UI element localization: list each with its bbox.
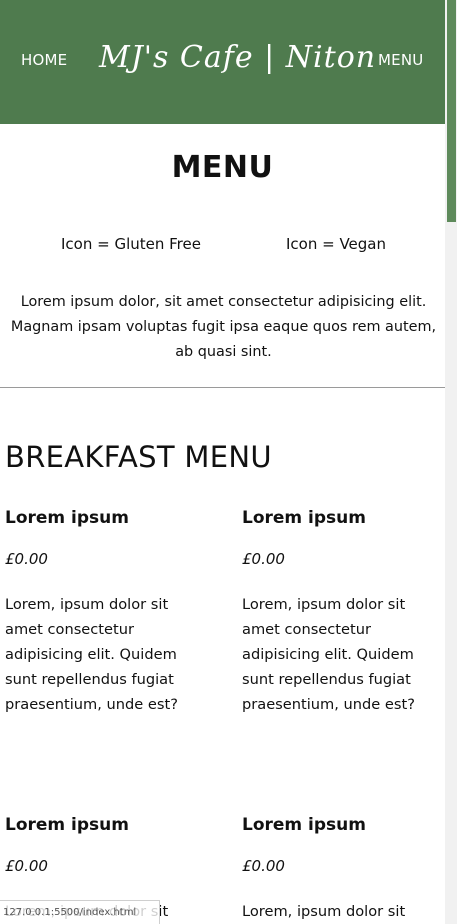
- menu-item-description: Lorem, ipsum dolor sit amet consectetur …: [242, 596, 415, 713]
- browser-status-url: 127.0.0.1:5500/index.html: [0, 900, 160, 924]
- menu-item: Lorem ipsum £0.00 Lorem, ipsum dolor sit…: [5, 508, 205, 717]
- nav-home-link[interactable]: HOME: [21, 51, 67, 69]
- gluten-free-legend: Icon = Gluten Free: [61, 235, 201, 253]
- menu-item-price: £0.00: [242, 857, 285, 875]
- menu-item: Lorem ipsum £0.00 Lorem, ipsum dolor sit…: [242, 508, 442, 717]
- site-header: HOME MJ's Cafe | Niton MENU: [0, 0, 445, 124]
- scrollbar-thumb[interactable]: [447, 0, 456, 222]
- site-title: MJ's Cafe | Niton: [99, 40, 377, 75]
- breakfast-menu-title: BREAKFAST MENU: [5, 440, 272, 474]
- menu-item-price: £0.00: [242, 550, 285, 568]
- vegan-legend: Icon = Vegan: [286, 235, 387, 253]
- section-divider: [0, 387, 445, 388]
- menu-intro-text: Lorem ipsum dolor, sit amet consectetur …: [10, 294, 437, 360]
- nav-menu-link[interactable]: MENU: [378, 51, 423, 69]
- menu-item-name: Lorem ipsum: [5, 508, 129, 528]
- menu-item-description: Lorem, ipsum dolor sit amet consectetur …: [5, 596, 178, 713]
- menu-item-price: £0.00: [5, 550, 48, 568]
- menu-item-price: £0.00: [5, 857, 48, 875]
- page-title: MENU: [171, 150, 274, 185]
- menu-item-description: Lorem, ipsum dolor sit: [242, 903, 406, 920]
- menu-item-name: Lorem ipsum: [242, 508, 366, 528]
- menu-item-name: Lorem ipsum: [242, 815, 366, 835]
- menu-item: Lorem ipsum £0.00 Lorem, ipsum dolor sit: [242, 815, 442, 924]
- menu-item-name: Lorem ipsum: [5, 815, 129, 835]
